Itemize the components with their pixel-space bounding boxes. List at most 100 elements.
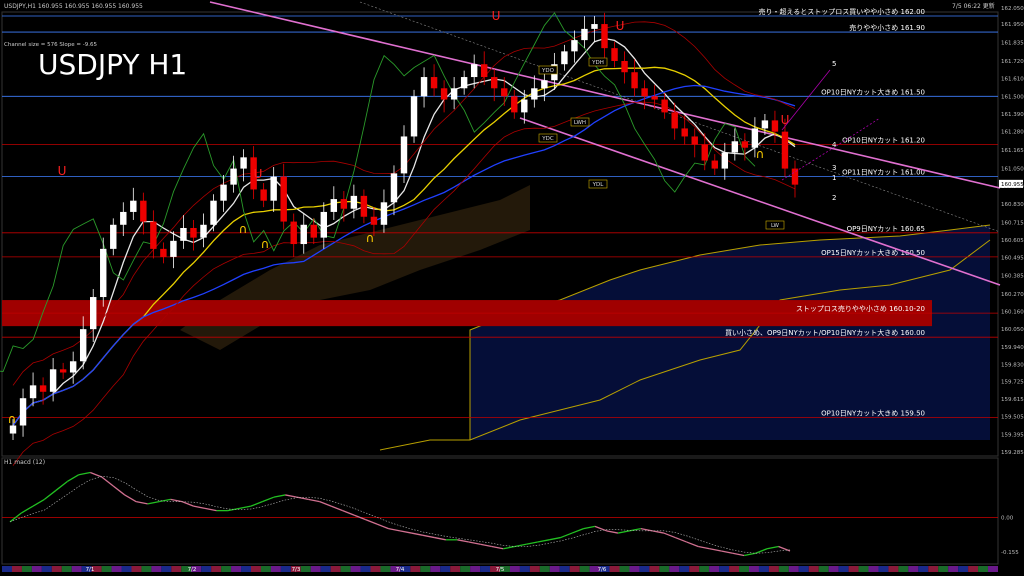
- price-tick-label: 161.950: [1001, 22, 1024, 28]
- candle-body: [571, 40, 578, 52]
- candle-body: [390, 173, 398, 203]
- price-tick-label: 160.160: [1001, 309, 1024, 315]
- date-strip-cell: [430, 566, 441, 572]
- level-label: 買い小さめ、OP9日NYカット/OP10日NYカット大きめ 160.00: [725, 328, 925, 337]
- price-tick-label: 159.395: [1001, 432, 1024, 438]
- level-label: OP10日NYカット大きめ 159.50: [821, 408, 925, 417]
- date-strip-cell: [480, 566, 491, 572]
- candle-body: [601, 24, 608, 49]
- date-strip-cell: [71, 566, 82, 572]
- date-strip-cell: [61, 566, 72, 572]
- date-strip-cell: [131, 566, 142, 572]
- date-strip-cell: [928, 566, 939, 572]
- price-tick-label: 162.050: [1001, 6, 1024, 12]
- level-label: OP10日NYカット大きめ 161.50: [821, 87, 925, 96]
- date-strip-cell: [141, 566, 152, 572]
- date-strip-cell: [420, 566, 431, 572]
- candle-body: [661, 99, 668, 113]
- candle-body: [19, 398, 27, 426]
- date-strip-cell: [211, 566, 222, 572]
- candle-body: [541, 80, 548, 89]
- candle-body: [641, 88, 648, 97]
- date-label: 7/2: [188, 567, 197, 573]
- candle-body: [531, 88, 538, 100]
- date-strip-cell: [350, 566, 361, 572]
- candle-body: [460, 77, 468, 89]
- date-strip-cell: [370, 566, 381, 572]
- candle-body: [360, 195, 368, 217]
- fractal-high-marker: U: [254, 167, 263, 181]
- date-strip-cell: [280, 566, 291, 572]
- date-strip-cell: [639, 566, 650, 572]
- date-strip-cell: [659, 566, 670, 572]
- date-strip-cell: [798, 566, 809, 572]
- date-strip-cell: [529, 566, 540, 572]
- date-strip-cell: [121, 566, 132, 572]
- price-tick-label: 160.605: [1001, 238, 1024, 244]
- candle-body: [210, 200, 217, 225]
- level-label: 売り・超えるとストップロス買いやや小さめ 162.00: [758, 7, 925, 16]
- candle-body: [370, 216, 378, 225]
- date-strip-cell: [788, 566, 799, 572]
- wave-label: 1: [832, 174, 836, 182]
- date-strip-cell: [729, 566, 740, 572]
- level-label: OP15日NYカット大きめ 160.50: [821, 248, 925, 257]
- candle-body: [591, 24, 598, 29]
- candle-body: [90, 297, 97, 330]
- candle-body: [9, 425, 17, 434]
- date-strip-cell: [41, 566, 52, 572]
- candle-body: [300, 224, 307, 245]
- chart-title: USDJPY H1: [38, 48, 187, 81]
- date-strip-cell: [31, 566, 42, 572]
- candle-body: [240, 157, 247, 169]
- candle-body: [180, 227, 187, 241]
- date-strip-cell: [201, 566, 212, 572]
- candle-body: [480, 64, 488, 78]
- date-strip-cell: [11, 566, 22, 572]
- date-strip-cell: [21, 566, 32, 572]
- macd-tick-label: -0.155: [1001, 550, 1019, 556]
- date-strip-cell: [559, 566, 570, 572]
- candle-body: [681, 128, 688, 137]
- price-tick-label: 161.390: [1001, 112, 1024, 118]
- date-strip-cell: [450, 566, 461, 572]
- date-strip-cell: [460, 566, 471, 572]
- price-tick-label: 161.280: [1001, 130, 1024, 136]
- symbol-line: USDJPY,H1 160.955 160.955 160.955 160.95…: [4, 3, 143, 10]
- candle-body: [761, 120, 769, 129]
- date-strip-cell: [51, 566, 62, 572]
- candle-body: [39, 385, 47, 392]
- date-strip-cell: [749, 566, 759, 572]
- date-strip-cell: [519, 566, 530, 572]
- date-strip-cell: [539, 566, 550, 572]
- date-strip-cell: [171, 566, 182, 572]
- date-strip-cell: [609, 566, 620, 572]
- price-tick-label: 160.385: [1001, 273, 1024, 279]
- price-chart[interactable]: 売り・超えるとストップロス買いやや小さめ 162.00 売りやや小さめ 161.9…: [0, 0, 1024, 576]
- fractal-low-marker: ∩: [366, 231, 375, 245]
- candle-body: [170, 240, 177, 257]
- candle-body: [440, 88, 448, 100]
- date-strip-cell: [679, 566, 690, 572]
- ref-label: YDC: [541, 136, 554, 142]
- date-strip-cell: [918, 566, 929, 572]
- date-strip-cell: [509, 566, 520, 572]
- date-strip-cell: [948, 566, 959, 572]
- candle-body: [330, 199, 338, 212]
- macd-tick-label: 0.00: [1001, 515, 1014, 521]
- date-strip-cell: [410, 566, 421, 572]
- date-strip-cell: [988, 566, 998, 572]
- fractal-low-marker: ∩: [756, 147, 765, 161]
- date-strip-cell: [151, 566, 162, 572]
- ref-label: LWH: [574, 120, 586, 126]
- level-label: OP9日NYカット 160.65: [847, 225, 925, 233]
- candle-body: [160, 248, 167, 257]
- candle-body: [621, 60, 628, 73]
- date-label: 7/4: [396, 567, 405, 573]
- date-strip-cell: [549, 566, 560, 572]
- candle-body: [260, 189, 267, 201]
- date-strip-cell: [768, 566, 779, 572]
- date-strip-cell: [310, 566, 321, 572]
- price-tick-label: 159.285: [1001, 450, 1024, 456]
- candle-body: [270, 176, 277, 201]
